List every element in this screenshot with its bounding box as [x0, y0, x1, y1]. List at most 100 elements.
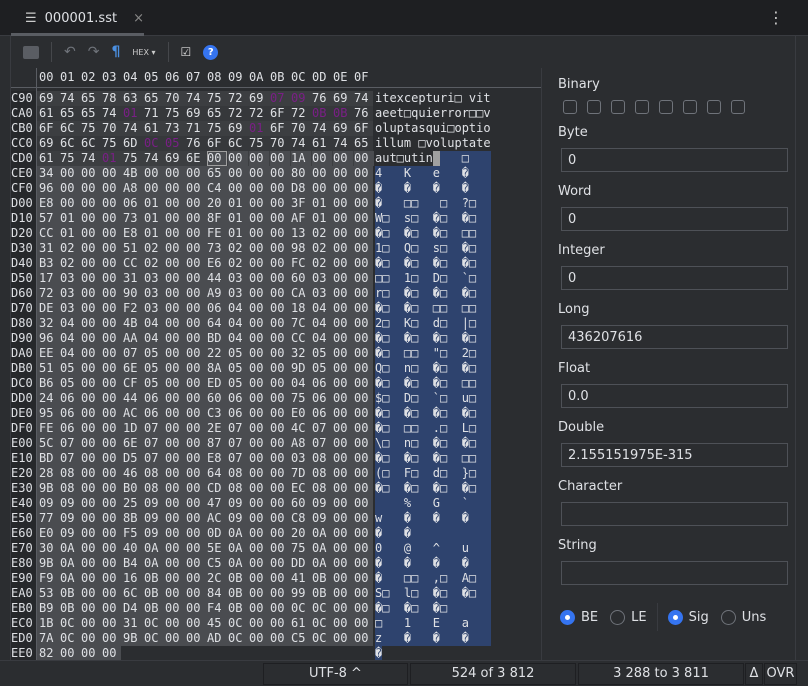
- binary-bit-checkbox[interactable]: [563, 100, 577, 114]
- hex-byte[interactable]: 16: [123, 571, 143, 586]
- hex-byte[interactable]: 00: [165, 421, 185, 436]
- hex-byte[interactable]: 00: [81, 556, 101, 571]
- ascii-text[interactable]: 0 @ ^ u: [375, 541, 540, 556]
- hex-byte[interactable]: 65: [144, 91, 164, 106]
- hex-byte[interactable]: 0C: [291, 601, 311, 616]
- hex-byte[interactable]: 00: [102, 391, 122, 406]
- hex-byte[interactable]: 74: [312, 121, 332, 136]
- hex-byte[interactable]: 00: [186, 256, 206, 271]
- hex-byte[interactable]: 74: [291, 136, 311, 151]
- sig-radio[interactable]: [667, 609, 683, 625]
- ascii-text[interactable]: illum □voluptate: [375, 136, 540, 151]
- hex-byte[interactable]: 03: [144, 271, 164, 286]
- hex-byte[interactable]: 00: [270, 196, 290, 211]
- hex-byte[interactable]: 0C: [144, 631, 164, 646]
- hex-byte[interactable]: 0A: [60, 571, 80, 586]
- hex-byte[interactable]: 09: [60, 511, 80, 526]
- hex-byte[interactable]: 04: [312, 301, 332, 316]
- hex-byte[interactable]: 00: [102, 301, 122, 316]
- hex-byte[interactable]: 0B: [312, 106, 332, 121]
- hex-byte[interactable]: 00: [249, 466, 269, 481]
- hex-byte[interactable]: 00: [249, 541, 269, 556]
- hex-byte[interactable]: 00: [186, 481, 206, 496]
- ascii-text[interactable]: r□ �□ �□ �□: [375, 286, 540, 301]
- hex-byte[interactable]: 00: [312, 181, 332, 196]
- hex-byte[interactable]: 09: [144, 511, 164, 526]
- hex-byte[interactable]: 17: [39, 271, 59, 286]
- hex-byte[interactable]: C5: [291, 631, 311, 646]
- hex-byte[interactable]: 02: [144, 256, 164, 271]
- hex-byte[interactable]: 05: [228, 346, 248, 361]
- hex-byte[interactable]: 05: [144, 361, 164, 376]
- hex-byte[interactable]: 00: [186, 211, 206, 226]
- hex-byte[interactable]: 32: [39, 316, 59, 331]
- hex-byte[interactable]: 69: [165, 151, 185, 166]
- hex-byte[interactable]: 00: [165, 331, 185, 346]
- hex-byte[interactable]: 0A: [60, 556, 80, 571]
- hex-byte[interactable]: 00: [249, 301, 269, 316]
- hex-byte[interactable]: 00: [81, 586, 101, 601]
- hex-byte[interactable]: EC: [291, 481, 311, 496]
- hex-byte[interactable]: 00: [333, 181, 353, 196]
- float-field[interactable]: 0.0: [561, 384, 788, 408]
- hex-byte[interactable]: 00: [102, 511, 122, 526]
- hex-byte[interactable]: 08: [60, 481, 80, 496]
- hex-byte[interactable]: 00: [165, 181, 185, 196]
- hex-byte[interactable]: 00: [165, 601, 185, 616]
- hex-byte[interactable]: 09: [144, 526, 164, 541]
- hex-byte[interactable]: 00: [333, 466, 353, 481]
- hex-byte[interactable]: 00: [186, 226, 206, 241]
- hex-byte[interactable]: 70: [102, 121, 122, 136]
- hex-byte[interactable]: 00: [165, 481, 185, 496]
- hex-byte[interactable]: 65: [354, 136, 374, 151]
- hex-byte[interactable]: 08: [144, 481, 164, 496]
- hex-byte[interactable]: 64: [207, 466, 227, 481]
- hex-byte[interactable]: 61: [144, 121, 164, 136]
- hex-byte[interactable]: 00: [333, 406, 353, 421]
- hex-byte[interactable]: 06: [207, 301, 227, 316]
- hex-byte[interactable]: 00: [354, 601, 374, 616]
- hex-byte[interactable]: 72: [228, 106, 248, 121]
- hex-byte[interactable]: 04: [228, 316, 248, 331]
- hex-byte[interactable]: F4: [207, 601, 227, 616]
- hex-byte[interactable]: 34: [39, 166, 59, 181]
- hex-byte[interactable]: 08: [228, 466, 248, 481]
- hex-byte[interactable]: 00: [354, 511, 374, 526]
- hex-byte[interactable]: 0C: [312, 616, 332, 631]
- hex-byte[interactable]: 74: [144, 151, 164, 166]
- hex-byte[interactable]: 00: [81, 226, 101, 241]
- hex-byte[interactable]: 02: [228, 241, 248, 256]
- hex-byte[interactable]: 0A: [312, 526, 332, 541]
- hex-byte[interactable]: 02: [60, 241, 80, 256]
- hex-byte[interactable]: 00: [102, 331, 122, 346]
- hex-byte[interactable]: 00: [333, 286, 353, 301]
- hex-byte[interactable]: 00: [354, 181, 374, 196]
- folder-icon[interactable]: [23, 45, 39, 59]
- hex-byte[interactable]: 03: [60, 271, 80, 286]
- hex-byte[interactable]: 70: [270, 136, 290, 151]
- hex-byte[interactable]: F5: [123, 526, 143, 541]
- hex-byte[interactable]: 5C: [39, 436, 59, 451]
- hex-byte[interactable]: 07: [144, 451, 164, 466]
- hex-byte[interactable]: 20: [291, 526, 311, 541]
- hex-byte[interactable]: 00: [81, 211, 101, 226]
- hex-byte[interactable]: 60: [291, 271, 311, 286]
- hex-byte[interactable]: 01: [144, 196, 164, 211]
- help-icon[interactable]: ?: [203, 44, 219, 60]
- hex-byte[interactable]: 04: [228, 331, 248, 346]
- hex-byte[interactable]: 00: [354, 256, 374, 271]
- hex-byte[interactable]: 6F: [270, 121, 290, 136]
- hex-byte[interactable]: 75: [60, 151, 80, 166]
- ascii-text[interactable]: □□ 1□ D□ `□: [375, 271, 540, 286]
- hex-byte[interactable]: 00: [333, 241, 353, 256]
- hex-byte[interactable]: 07: [228, 436, 248, 451]
- hex-byte[interactable]: 00: [270, 376, 290, 391]
- hex-byte[interactable]: 00: [270, 271, 290, 286]
- hex-byte[interactable]: 00: [102, 646, 122, 661]
- hex-byte[interactable]: A9: [207, 286, 227, 301]
- hex-byte[interactable]: 70: [291, 121, 311, 136]
- hex-byte[interactable]: F2: [123, 301, 143, 316]
- hex-byte[interactable]: 6C: [123, 586, 143, 601]
- word-field[interactable]: 0: [561, 207, 788, 231]
- binary-bit-checkbox[interactable]: [659, 100, 673, 114]
